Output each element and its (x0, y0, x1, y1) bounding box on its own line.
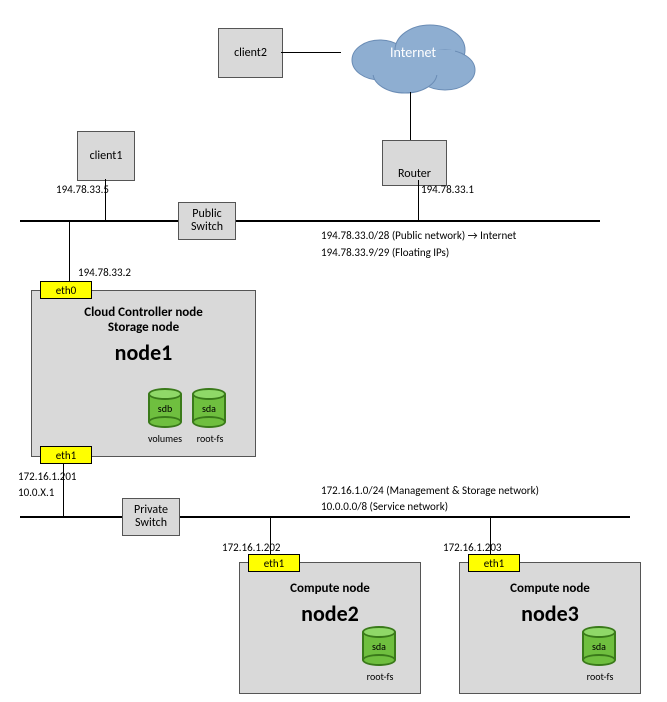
node1-disk2-lbl: root-fs (188, 432, 232, 445)
client1-ip: 194.78.33.5 (56, 183, 109, 196)
private-switch-l2: Switch (135, 517, 167, 530)
node2-disk-icon: sda (362, 626, 396, 666)
client1-label: client1 (90, 149, 123, 163)
node2-eth1: eth1 (248, 554, 300, 572)
node1-eth0-ip: 194.78.33.2 (78, 266, 131, 279)
private-switch-box: Private Switch (122, 498, 180, 536)
node1-eth1-ip1: 172.16.1.201 (18, 470, 77, 483)
client1-box: client1 (77, 131, 135, 181)
client2-label: client2 (234, 46, 267, 60)
node1-title1: Cloud Controller node (32, 305, 255, 320)
public-switch-box: Public Switch (178, 202, 236, 240)
node3-disk-lbl: root-fs (578, 670, 622, 683)
node1-disk1-lbl: volumes (140, 432, 190, 445)
node1-eth0: eth0 (40, 281, 92, 299)
node2-disk: sda (362, 640, 396, 653)
node1-disk1: sdb (148, 402, 182, 415)
node3-title: Compute node (460, 581, 640, 596)
public-bus (20, 220, 600, 222)
private-net-l1: 172.16.1.0/24 (Management & Storage netw… (321, 484, 539, 497)
public-net-l2: 194.78.33.9/29 (Floating IPs) (321, 246, 449, 259)
node2-title: Compute node (240, 581, 420, 596)
line-internet-router (410, 92, 411, 140)
node2-name: node2 (240, 600, 420, 627)
line-client2-internet (281, 52, 341, 53)
router-ip: 194.78.33.1 (421, 183, 474, 196)
node1-disk2: sda (192, 402, 226, 415)
private-net-l2: 10.0.0.0/8 (Service network) (321, 500, 448, 513)
node3-disk-icon: sda (582, 626, 616, 666)
node1-name: node1 (32, 339, 255, 366)
cloud-label: Internet (390, 44, 436, 61)
node3-name: node3 (460, 600, 640, 627)
private-bus (20, 516, 630, 518)
public-net-l1: 194.78.33.0/28 (Public network) → Intern… (321, 229, 516, 242)
line-router-switch (418, 180, 419, 220)
line-switch-node1 (69, 220, 70, 290)
disk-sdb-icon: sdb (148, 388, 182, 428)
public-switch-l2: Switch (191, 221, 223, 234)
line-client1-switch (105, 179, 106, 220)
router-label: Router (398, 167, 431, 181)
node3-eth1-ip: 172.16.1.203 (443, 541, 502, 554)
node2-eth1-ip: 172.16.1.202 (222, 541, 281, 554)
disk-sda-icon: sda (192, 388, 226, 428)
node1-eth1: eth1 (40, 446, 92, 464)
node1-eth1-ip2: 10.0.X.1 (18, 486, 54, 499)
node2-disk-lbl: root-fs (358, 670, 402, 683)
router-box: Router (382, 140, 447, 186)
client2-box: client2 (218, 28, 283, 78)
node3-disk: sda (582, 640, 616, 653)
node1-title2: Storage node (32, 320, 255, 335)
node3-eth1: eth1 (468, 554, 520, 572)
